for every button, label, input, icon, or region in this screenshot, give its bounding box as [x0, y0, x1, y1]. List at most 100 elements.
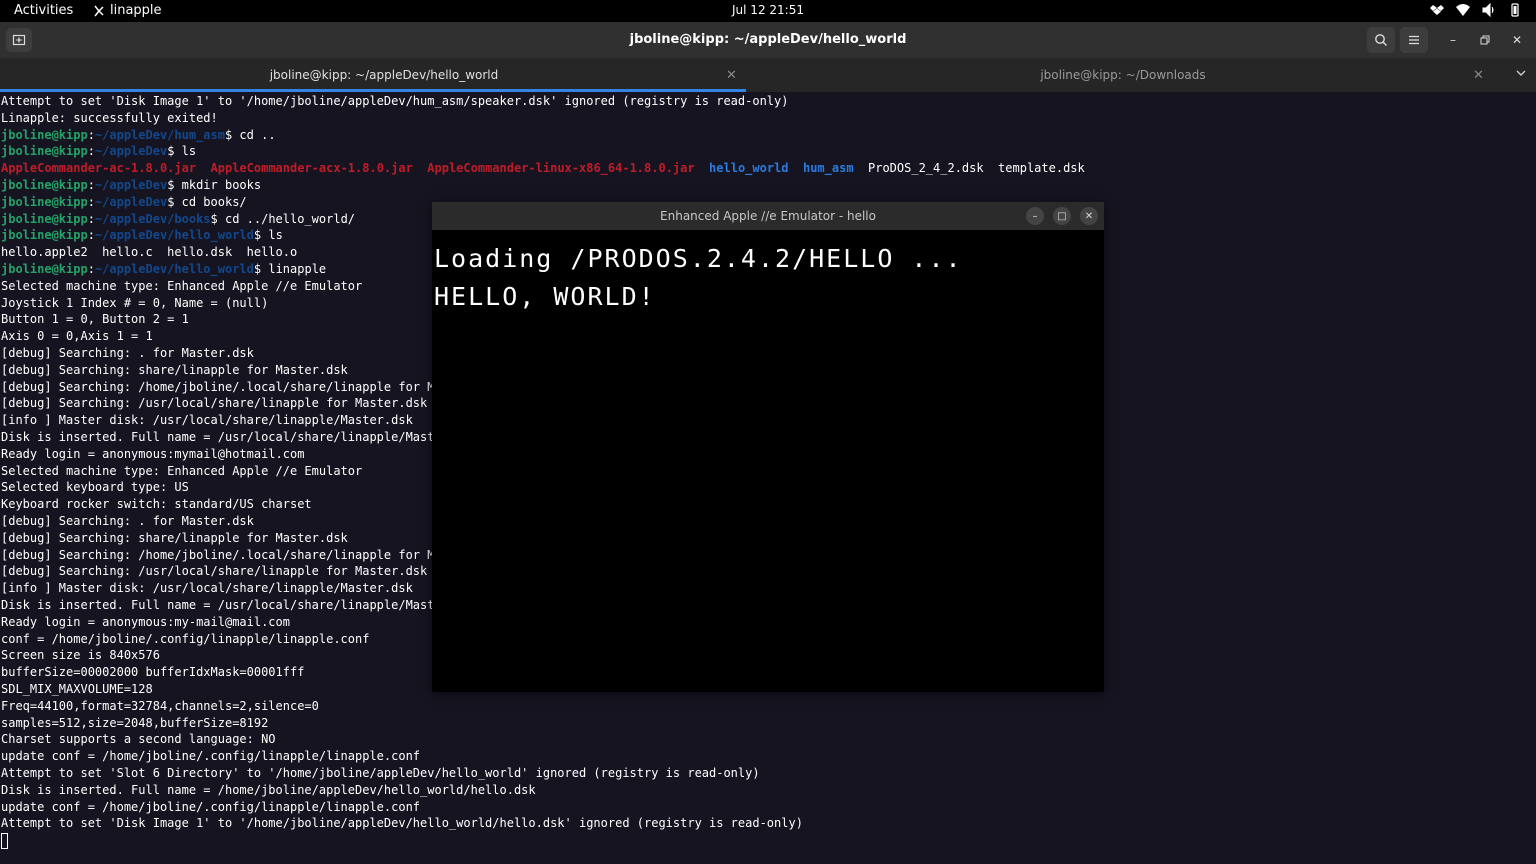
emulator-title: Enhanced Apple //e Emulator - hello [660, 209, 876, 223]
terminal-text-segment: : [87, 178, 95, 192]
terminal-line: Attempt to set 'Disk Image 1' to '/home/… [1, 93, 788, 110]
tab-downloads[interactable]: jboline@kipp: ~/Downloads [768, 58, 1478, 92]
maximize-icon: □ [1057, 210, 1067, 222]
wifi-icon[interactable] [1456, 3, 1470, 17]
terminal-line: jboline@kipp:~/appleDev$ cd books/ [1, 194, 247, 211]
emulator-maximize-button[interactable]: □ [1053, 207, 1071, 225]
restore-icon [1480, 35, 1490, 45]
emulator-screen[interactable]: Loading /PRODOS.2.4.2/HELLO ... HELLO, W… [432, 230, 1104, 692]
terminal-text-segment: Linapple: successfully exited! [1, 110, 218, 125]
terminal-text-segment: AppleCommander-linux-x86_64-1.8.0.jar [427, 161, 695, 176]
clock[interactable]: Jul 12 21:51 [0, 3, 1536, 17]
terminal-text-segment: ProDOS_2_4_2.dsk template.dsk [853, 161, 1085, 176]
terminal-line: hello.apple2 hello.c hello.dsk hello.o [1, 244, 297, 261]
new-tab-button[interactable] [6, 28, 32, 52]
terminal-text-segment: [debug] Searching: share/linapple for Ma… [1, 530, 348, 545]
terminal-line: Attempt to set 'Disk Image 1' to '/home/… [1, 815, 803, 832]
terminal-line: Selected keyboard type: US [1, 479, 189, 496]
terminal-text-segment: [debug] Searching: . for Master.dsk [1, 514, 254, 528]
terminal-text-segment: : [87, 127, 95, 142]
terminal-text-segment: [info ] Master disk: /usr/local/share/li… [1, 413, 413, 428]
terminal-line: Keyboard rocker switch: standard/US char… [1, 496, 312, 513]
terminal-text-segment: bufferSize=00002000 bufferIdxMask=00001f… [1, 665, 305, 680]
terminal-line: SDL_MIX_MAXVOLUME=128 [1, 681, 153, 698]
terminal-line: Selected machine type: Enhanced Apple //… [1, 463, 362, 480]
terminal-line: bufferSize=00002000 bufferIdxMask=00001f… [1, 664, 304, 681]
terminal-text-segment: $ cd ../hello_world/ [210, 211, 356, 226]
terminal-text-segment: jboline@kipp [1, 228, 88, 243]
tab-close-icon[interactable]: ✕ [1473, 68, 1484, 83]
terminal-text-segment: $ cd books/ [167, 194, 247, 209]
emulator-window[interactable]: Enhanced Apple //e Emulator - hello – □ … [432, 202, 1104, 692]
terminal-headerbar: jboline@kipp: ~/appleDev/hello_world – ✕ [0, 22, 1536, 58]
terminal-text-segment: [debug] Searching: . for Master.dsk [1, 346, 254, 360]
terminal-text-segment: jboline@kipp [1, 211, 88, 226]
terminal-text-segment: Disk is inserted. Full name = /usr/local… [1, 598, 435, 612]
terminal-text-segment: Ready login = anonymous:my-mail@mail.com [1, 614, 290, 629]
close-icon: ✕ [1084, 210, 1094, 222]
terminal-line: [debug] Searching: /home/jboline/.local/… [1, 547, 434, 564]
tab-hello-world[interactable]: jboline@kipp: ~/appleDev/hello_world [0, 58, 768, 92]
system-tray[interactable] [1430, 3, 1522, 17]
terminal-text-segment: [info ] Master disk: /usr/local/share/li… [1, 581, 413, 596]
terminal-line: [debug] Searching: share/linapple for Ma… [1, 362, 348, 379]
menu-button[interactable] [1400, 27, 1428, 53]
terminal-text-segment: Selected machine type: Enhanced Apple //… [1, 463, 363, 478]
terminal-line: jboline@kipp:~/appleDev/books$ cd ../hel… [1, 211, 355, 228]
close-button[interactable]: ✕ [1507, 30, 1527, 50]
dropbox-icon[interactable] [1430, 3, 1444, 17]
terminal-text-segment: jboline@kipp [1, 144, 88, 159]
terminal-text-segment: Attempt to set 'Disk Image 1' to '/home/… [1, 816, 803, 831]
terminal-text-segment: jboline@kipp [1, 262, 88, 276]
terminal-line: jboline@kipp:~/appleDev$ mkdir books [1, 177, 261, 194]
terminal-text-segment: $ mkdir books [167, 178, 262, 192]
tab-label: jboline@kipp: ~/appleDev/hello_world [269, 68, 499, 82]
terminal-line: update conf = /home/jboline/.config/lina… [1, 799, 420, 816]
terminal-line: [debug] Searching: . for Master.dsk [1, 513, 254, 530]
tab-list-dropdown[interactable] [1516, 67, 1526, 81]
terminal-line: Ready login = anonymous:my-mail@mail.com [1, 614, 290, 631]
terminal-line: update conf = /home/jboline/.config/lina… [1, 748, 420, 765]
terminal-line: [debug] Searching: share/linapple for Ma… [1, 530, 348, 547]
terminal-text-segment: [debug] Searching: share/linapple for Ma… [1, 362, 348, 377]
terminal-text-segment: Joystick 1 Index # = 0, Name = (null) [1, 295, 269, 310]
active-tab-indicator [0, 89, 746, 92]
terminal-text-segment: [debug] Searching: /home/jboline/.local/… [1, 547, 435, 562]
terminal-text-segment: Button 1 = 0, Button 2 = 1 [1, 312, 189, 327]
emulator-close-button[interactable]: ✕ [1080, 207, 1098, 225]
terminal-text-segment: ~/appleDev/books [94, 211, 211, 226]
terminal-text-segment: Selected keyboard type: US [1, 480, 189, 495]
emulator-titlebar[interactable]: Enhanced Apple //e Emulator - hello – □ … [432, 202, 1104, 230]
hamburger-menu-icon [1409, 35, 1419, 45]
terminal-line: [debug] Searching: . for Master.dsk [1, 345, 254, 362]
terminal-line: Attempt to set 'Slot 6 Directory' to '/h… [1, 765, 760, 782]
terminal-text-segment: jboline@kipp [1, 178, 88, 192]
maximize-button[interactable] [1475, 30, 1495, 50]
minimize-button[interactable]: – [1443, 30, 1463, 50]
terminal-line: [debug] Searching: /home/jboline/.local/… [1, 379, 434, 396]
terminal-line: Ready login = anonymous:mymail@hotmail.c… [1, 446, 304, 463]
search-icon [1375, 34, 1387, 46]
terminal-text-segment: ~/appleDev/hum_asm [94, 127, 225, 142]
emulator-minimize-button[interactable]: – [1026, 207, 1044, 225]
terminal-line: Linapple: successfully exited! [1, 110, 218, 127]
search-button[interactable] [1367, 27, 1395, 53]
volume-icon[interactable] [1482, 3, 1496, 17]
terminal-line: jboline@kipp:~/appleDev/hum_asm$ cd .. [1, 127, 276, 144]
terminal-line: jboline@kipp:~/appleDev/hello_world$ ls [1, 227, 283, 244]
terminal-text-segment: samples=512,size=2048,bufferSize=8192 [1, 715, 269, 730]
terminal-text-segment: Attempt to set 'Disk Image 1' to '/home/… [1, 94, 789, 108]
terminal-text-segment: $ cd .. [224, 127, 276, 142]
terminal-line: [debug] Searching: /usr/local/share/lina… [1, 395, 427, 412]
battery-icon[interactable] [1508, 3, 1522, 17]
terminal-text-segment: jboline@kipp [1, 194, 88, 209]
terminal-text-segment: conf = /home/jboline/.config/linapple/li… [1, 631, 370, 646]
terminal-text-segment: Selected machine type: Enhanced Apple //… [1, 278, 363, 293]
close-icon: ✕ [1511, 33, 1523, 47]
tab-close-icon[interactable]: ✕ [726, 68, 737, 83]
terminal-text-segment: hello_world [709, 161, 789, 176]
terminal-text-segment: [debug] Searching: /usr/local/share/lina… [1, 396, 428, 411]
terminal-line: AppleCommander-ac-1.8.0.jar AppleCommand… [1, 160, 1085, 177]
